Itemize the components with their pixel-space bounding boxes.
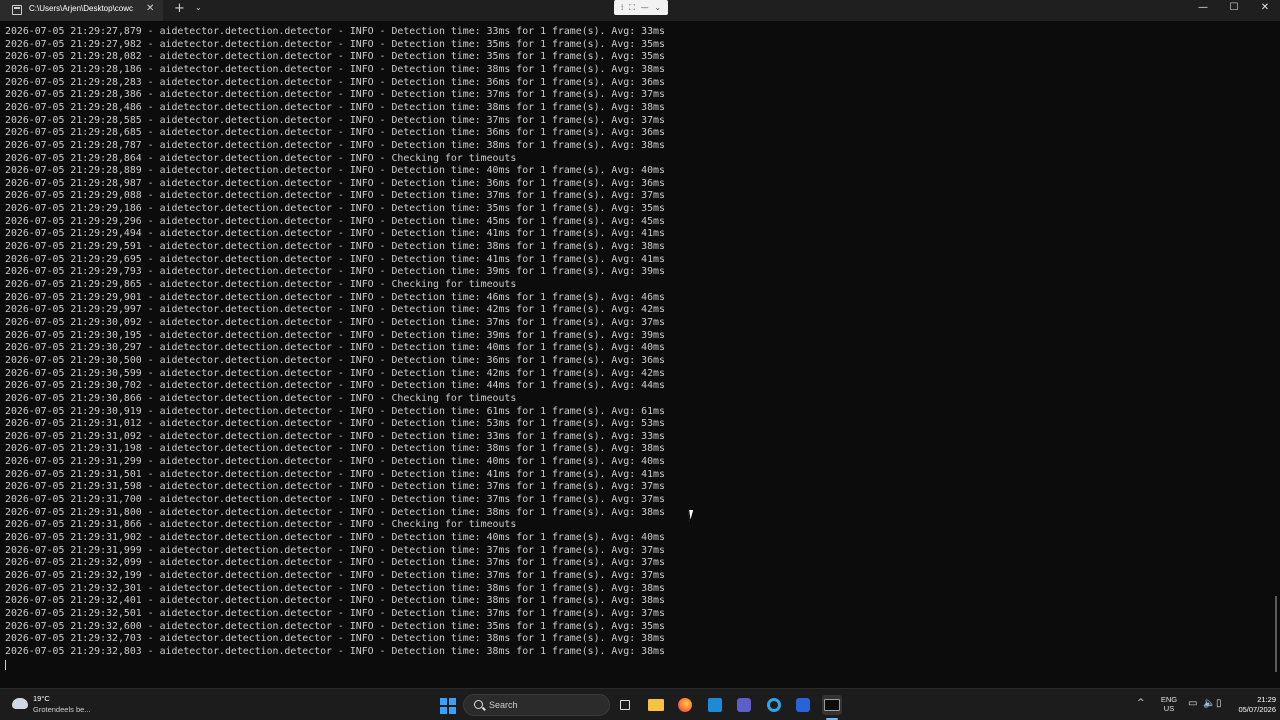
log-line: 2026-07-05 21:29:32,301 - aidetector.det… [5, 582, 665, 594]
terminal-icon [12, 5, 22, 15]
log-line: 2026-07-05 21:29:31,198 - aidetector.det… [5, 443, 665, 455]
language-code: ENG [1160, 695, 1178, 704]
terminal-scrollbar[interactable] [1275, 596, 1277, 672]
log-line: 2026-07-05 21:29:29,494 - aidetector.det… [5, 228, 665, 240]
log-line: 2026-07-05 21:29:29,997 - aidetector.det… [5, 304, 665, 316]
weather-description[interactable]: Grotendeels be... [33, 705, 91, 714]
log-line: 2026-07-05 21:29:29,296 - aidetector.det… [5, 215, 665, 227]
log-line: 2026-07-05 21:29:29,865 - aidetector.det… [5, 279, 517, 290]
clock-time: 21:29 [1257, 695, 1276, 704]
log-line: 2026-07-05 21:29:28,787 - aidetector.det… [5, 139, 665, 151]
log-line: 2026-07-05 21:29:31,800 - aidetector.det… [5, 506, 665, 518]
search-icon [474, 700, 483, 709]
mouse-pointer-icon [688, 510, 700, 522]
log-line: 2026-07-05 21:29:31,866 - aidetector.det… [5, 519, 517, 531]
log-line: 2026-07-05 21:29:30,702 - aidetector.det… [5, 380, 665, 392]
tab-dropdown-icon[interactable]: ⌄ [195, 3, 202, 12]
log-line: 2026-07-05 21:29:32,501 - aidetector.det… [5, 607, 665, 619]
log-line: 2026-07-05 21:29:31,299 - aidetector.det… [5, 456, 665, 468]
expand-toolbar-icon[interactable]: ⌄ [654, 3, 661, 12]
log-line: 2026-07-05 21:29:32,703 - aidetector.det… [5, 633, 665, 645]
log-line: 2026-07-05 21:29:31,700 - aidetector.det… [5, 494, 665, 506]
log-line: 2026-07-05 21:29:28,082 - aidetector.det… [5, 51, 665, 63]
log-line: 2026-07-05 21:29:31,501 - aidetector.det… [5, 468, 665, 480]
search-label: Search [489, 700, 518, 710]
weather-temperature[interactable]: 19°C [33, 694, 50, 703]
tray-overflow-chevron-icon[interactable]: ^ [1137, 698, 1145, 708]
log-line: 2026-07-05 21:29:31,012 - aidetector.det… [5, 418, 665, 430]
language-indicator[interactable]: ENG US [1160, 695, 1178, 713]
firefox-icon[interactable] [675, 695, 695, 715]
visual-studio-icon[interactable] [705, 695, 725, 715]
log-line: 2026-07-05 21:29:29,793 - aidetector.det… [5, 266, 665, 278]
log-line: 2026-07-05 21:29:28,283 - aidetector.det… [5, 76, 665, 88]
log-line: 2026-07-05 21:29:28,987 - aidetector.det… [5, 177, 665, 189]
keyboard-region: US [1163, 704, 1175, 713]
terminal-app-icon[interactable] [822, 695, 842, 715]
log-line: 2026-07-05 21:29:30,195 - aidetector.det… [5, 329, 665, 341]
minimize-button[interactable]: — [1188, 2, 1218, 13]
log-line: 2026-07-05 21:29:27,879 - aidetector.det… [5, 26, 665, 37]
log-line: 2026-07-05 21:29:28,685 - aidetector.det… [5, 127, 665, 139]
log-line: 2026-07-05 21:29:30,599 - aidetector.det… [5, 367, 665, 379]
floating-toolbar[interactable]: ⁞ ⛶ — ⌄ [614, 0, 668, 15]
log-line: 2026-07-05 21:29:30,297 - aidetector.det… [5, 342, 665, 354]
log-line: 2026-07-05 21:29:32,099 - aidetector.det… [5, 557, 665, 569]
log-line: 2026-07-05 21:29:28,486 - aidetector.det… [5, 101, 665, 113]
log-line: 2026-07-05 21:29:27,982 - aidetector.det… [5, 38, 665, 50]
minimize-toolbar-icon[interactable]: — [641, 3, 649, 12]
terminal-tab[interactable]: C:\Users\Arjen\Desktop\cowc ✕ [0, 0, 163, 21]
network-icon[interactable]: ▭ [1188, 698, 1197, 709]
log-line: 2026-07-05 21:29:29,591 - aidetector.det… [5, 241, 665, 253]
taskbar: 19°C Grotendeels be... Search ^ ENG US ▭… [0, 688, 1280, 720]
log-line: 2026-07-05 21:29:29,695 - aidetector.det… [5, 253, 665, 265]
log-line: 2026-07-05 21:29:31,999 - aidetector.det… [5, 544, 665, 556]
log-line: 2026-07-05 21:29:31,092 - aidetector.det… [5, 430, 665, 442]
fullscreen-icon[interactable]: ⛶ [629, 3, 635, 13]
log-line: 2026-07-05 21:29:30,500 - aidetector.det… [5, 354, 665, 366]
title-bar: C:\Users\Arjen\Desktop\cowc ✕ + ⌄ ⁞ ⛶ — … [0, 0, 1280, 21]
weather-cloud-icon[interactable] [12, 693, 28, 709]
tab-close-icon[interactable]: ✕ [146, 3, 154, 14]
tab-title: C:\Users\Arjen\Desktop\cowc [29, 4, 134, 13]
grip-icon[interactable]: ⁞ [621, 3, 624, 12]
log-line: 2026-07-05 21:29:29,088 - aidetector.det… [5, 190, 665, 202]
log-line: 2026-07-05 21:29:30,092 - aidetector.det… [5, 316, 665, 328]
log-line: 2026-07-05 21:29:32,600 - aidetector.det… [5, 620, 665, 632]
log-line: 2026-07-05 21:29:32,803 - aidetector.det… [5, 645, 665, 657]
log-line: 2026-07-05 21:29:32,199 - aidetector.det… [5, 569, 665, 581]
log-line: 2026-07-05 21:29:31,902 - aidetector.det… [5, 532, 665, 543]
close-window-button[interactable]: ✕ [1250, 2, 1280, 13]
volume-icon[interactable]: 🔈 [1203, 698, 1215, 709]
log-line: 2026-07-05 21:29:31,598 - aidetector.det… [5, 481, 665, 493]
log-line: 2026-07-05 21:29:28,864 - aidetector.det… [5, 152, 517, 164]
task-view-icon[interactable] [615, 695, 635, 715]
clock[interactable]: 21:29 05/07/2026 [1226, 695, 1276, 715]
teams-icon[interactable] [734, 695, 754, 715]
file-explorer-icon[interactable] [646, 695, 666, 715]
log-line: 2026-07-05 21:29:28,889 - aidetector.det… [5, 165, 665, 177]
log-line: 2026-07-05 21:29:29,186 - aidetector.det… [5, 203, 665, 215]
log-line: 2026-07-05 21:29:30,919 - aidetector.det… [5, 405, 665, 417]
log-line: 2026-07-05 21:29:28,585 - aidetector.det… [5, 114, 665, 126]
log-line: 2026-07-05 21:29:28,186 - aidetector.det… [5, 63, 665, 75]
log-line: 2026-07-05 21:29:30,866 - aidetector.det… [5, 392, 517, 404]
remote-app-icon[interactable] [793, 695, 813, 715]
windows-start-icon[interactable] [440, 698, 456, 714]
log-line: 2026-07-05 21:29:32,401 - aidetector.det… [5, 595, 665, 607]
terminal-output[interactable]: 2026-07-05 21:29:27,879 - aidetector.det… [0, 24, 1280, 688]
clock-date: 05/07/2026 [1238, 705, 1276, 714]
text-cursor [5, 660, 6, 670]
log-line: 2026-07-05 21:29:29,901 - aidetector.det… [5, 291, 665, 303]
battery-icon[interactable]: ▯ [1216, 698, 1222, 709]
sync-app-icon[interactable] [764, 695, 784, 715]
new-tab-button[interactable]: + [174, 1, 185, 16]
log-line: 2026-07-05 21:29:28,386 - aidetector.det… [5, 89, 665, 101]
maximize-button[interactable]: ☐ [1219, 2, 1249, 13]
taskbar-search[interactable]: Search [463, 694, 610, 716]
